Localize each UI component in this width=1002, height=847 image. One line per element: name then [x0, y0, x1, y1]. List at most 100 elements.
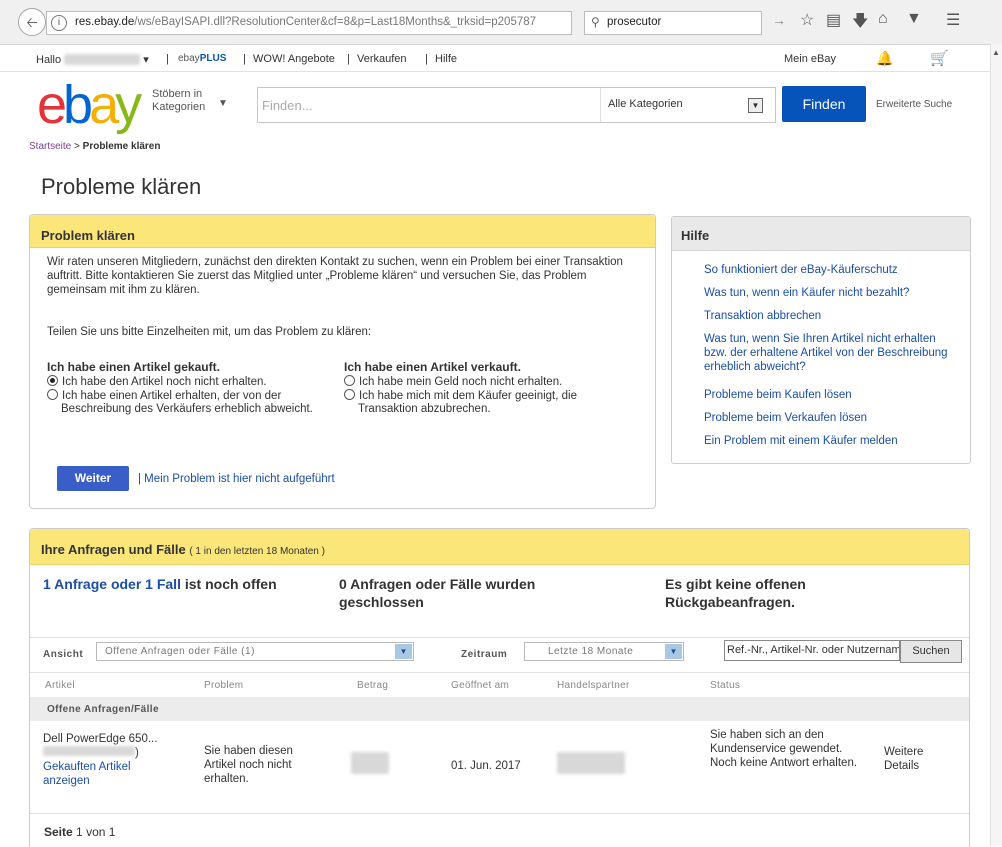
vertical-scrollbar[interactable] — [990, 44, 1002, 846]
col-amount: Betrag — [357, 680, 389, 691]
current-page: 1 — [76, 825, 83, 839]
breadcrumb-current: Probleme klären — [82, 141, 161, 152]
search-icon: ⚲ — [591, 15, 600, 29]
back-arrow-icon[interactable]: 🡠 — [18, 8, 46, 36]
pocket-icon[interactable]: ▼ — [906, 10, 922, 28]
help-link-report-buyer[interactable]: Ein Problem mit einem Käufer melden — [704, 434, 954, 448]
reading-list-icon[interactable]: ▤ — [826, 10, 841, 30]
col-status: Status — [710, 680, 741, 691]
problem-cell: Sie haben diesen Artikel noch nicht erha… — [204, 745, 293, 785]
find-button[interactable]: Finden — [782, 86, 866, 122]
help-link-item-not-received[interactable]: Was tun, wenn Sie Ihren Artikel nicht er… — [704, 332, 954, 374]
browse-categories-button[interactable]: Stöbern in Kategorien — [152, 88, 205, 114]
pagination: Seite 1 von 1 — [44, 825, 116, 839]
continue-button[interactable]: Weiter — [57, 466, 129, 491]
problem-not-listed-link[interactable]: | Mein Problem ist hier nicht aufgeführt — [138, 473, 335, 485]
advanced-search-link[interactable]: Erweiterte Suche — [876, 99, 952, 110]
radio-icon[interactable] — [344, 375, 355, 386]
amount-redacted — [351, 752, 389, 774]
dropdown-arrow-icon[interactable]: ▼ — [748, 98, 763, 113]
details-link[interactable]: Weitere Details — [884, 745, 944, 773]
problem-panel-header: Problem klären — [30, 215, 655, 248]
ebay-logo[interactable]: ebay — [37, 78, 142, 132]
help-link-cancel-transaction[interactable]: Transaktion abbrechen — [704, 309, 954, 323]
search-input[interactable]: Finden... — [262, 98, 313, 113]
radio-selected-icon[interactable] — [47, 375, 58, 386]
opened-cell: 01. Jun. 2017 — [451, 760, 521, 772]
open-cases-link[interactable]: 1 Anfrage oder 1 Fall — [43, 576, 181, 592]
item-title: Dell PowerEdge 650... — [43, 733, 158, 745]
browser-toolbar: 🡠 i res.ebay.de/ws/eBayISAPI.dll?Resolut… — [0, 0, 1002, 45]
reference-search-input[interactable]: Ref.-Nr., Artikel-Nr. oder Nutzername — [724, 640, 900, 661]
username-redacted — [64, 54, 141, 65]
dropdown-arrow-icon[interactable]: ▼ — [395, 644, 412, 659]
menu-icon[interactable]: ☰ — [946, 10, 960, 30]
sell-link[interactable]: Verkaufen — [357, 53, 407, 65]
problem-prompt: Teilen Sie uns bitte Einzelheiten mit, u… — [47, 326, 372, 338]
wow-deals-link[interactable]: WOW! Angebote — [253, 53, 335, 65]
view-label: Ansicht — [43, 649, 84, 660]
help-link-buying-problems[interactable]: Probleme beim Kaufen lösen — [704, 388, 954, 402]
radio-icon[interactable] — [47, 389, 58, 400]
bell-icon[interactable]: 🔔 — [876, 50, 893, 67]
ebay-top-nav: Hallo ▾ | ebayPLUS | WOW! Angebote | Ver… — [0, 45, 1002, 72]
item-number-redacted — [43, 746, 135, 756]
partner-cell — [557, 752, 625, 778]
download-icon[interactable]: 🡇 — [852, 10, 868, 37]
scroll-up-icon[interactable]: ▲ — [992, 48, 1000, 57]
radio-icon[interactable] — [344, 389, 355, 400]
radio-not-received[interactable]: Ich habe den Artikel noch nicht erhalten… — [47, 375, 337, 389]
period-select[interactable]: Letzte 18 Monate ▼ — [524, 642, 684, 661]
main-search: Finden... Alle Kategorien ▼ — [257, 87, 776, 123]
radio-not-paid[interactable]: Ich habe mein Geld noch nicht erhalten. — [344, 375, 634, 389]
help-panel-header: Hilfe — [672, 217, 970, 251]
greeting: Hallo ▾ — [36, 54, 149, 66]
view-select[interactable]: Offene Anfragen oder Fälle (1) ▼ — [96, 642, 414, 661]
chevron-down-icon[interactable]: ▾ — [143, 54, 149, 66]
col-problem: Problem — [204, 680, 244, 691]
table-header: Artikel Problem Betrag Geöffnet am Hande… — [30, 672, 969, 697]
address-bar[interactable]: i res.ebay.de/ws/eBayISAPI.dll?Resolutio… — [46, 11, 610, 35]
col-partner: Handelspartner — [557, 680, 630, 691]
info-icon[interactable]: i — [51, 15, 67, 31]
period-label: Zeitraum — [461, 649, 508, 660]
help-link[interactable]: Hilfe — [435, 53, 457, 65]
radio-cancel-transaction[interactable]: Ich habe mich mit dem Käufer geeinigt, d… — [344, 389, 630, 416]
reference-search-button[interactable]: Suchen — [900, 640, 962, 663]
go-arrow-icon[interactable]: → — [772, 12, 786, 28]
requests-panel: Ihre Anfragen und Fälle ( 1 in den letzt… — [29, 528, 970, 847]
item-cell: Dell PowerEdge 650... ) Gekauften Artike… — [43, 732, 193, 788]
bookmark-star-icon[interactable]: ☆ — [800, 10, 814, 30]
bought-heading: Ich habe einen Artikel gekauft. — [47, 360, 220, 374]
problem-panel: Problem klären Wir raten unseren Mitglie… — [29, 214, 656, 509]
radio-not-as-described[interactable]: Ich habe einen Artikel erhalten, der von… — [47, 389, 341, 416]
open-cases-summary: 1 Anfrage oder 1 Fall ist noch offen — [43, 576, 277, 592]
ebayplus-link[interactable]: ebayPLUS — [178, 53, 226, 64]
partner-redacted — [557, 752, 625, 774]
category-select[interactable]: Alle Kategorien — [608, 98, 683, 110]
col-opened: Geöffnet am — [451, 680, 510, 691]
help-link-selling-problems[interactable]: Probleme beim Verkaufen lösen — [704, 411, 954, 425]
breadcrumb-home[interactable]: Startseite — [29, 141, 71, 152]
home-icon[interactable]: ⌂ — [878, 10, 888, 28]
help-link-buyer-protection[interactable]: So funktioniert der eBay-Käuferschutz — [704, 263, 954, 277]
view-item-link[interactable]: Gekauften Artikel anzeigen — [43, 760, 153, 788]
amount-cell — [351, 752, 389, 778]
table-row: Dell PowerEdge 650... ) Gekauften Artike… — [30, 722, 969, 814]
caret-down-icon[interactable]: ▼ — [218, 98, 228, 109]
closed-cases-summary: 0 Anfragen oder Fälle wurden geschlossen — [339, 576, 536, 610]
group-header: Offene Anfragen/Fälle — [30, 697, 969, 721]
page-title: Probleme klären — [41, 174, 202, 199]
problem-intro: Wir raten unseren Mitgliedern, zunächst … — [47, 256, 623, 296]
status-cell: Sie haben sich an den Kundenservice gewe… — [710, 729, 858, 769]
col-item: Artikel — [45, 680, 75, 691]
my-ebay-link[interactable]: Mein eBay — [784, 53, 836, 65]
browser-search-input[interactable]: ⚲ prosecutor — [584, 11, 762, 35]
sold-heading: Ich habe einen Artikel verkauft. — [344, 360, 521, 374]
url-text: res.ebay.de/ws/eBayISAPI.dll?ResolutionC… — [75, 16, 537, 28]
dropdown-arrow-icon[interactable]: ▼ — [665, 644, 682, 659]
requests-panel-header: Ihre Anfragen und Fälle ( 1 in den letzt… — [30, 529, 969, 565]
breadcrumb: Startseite > Probleme klären — [29, 141, 161, 152]
cart-icon[interactable]: 🛒 — [930, 49, 949, 67]
help-link-buyer-not-paid[interactable]: Was tun, wenn ein Käufer nicht bezahlt? — [704, 286, 954, 300]
